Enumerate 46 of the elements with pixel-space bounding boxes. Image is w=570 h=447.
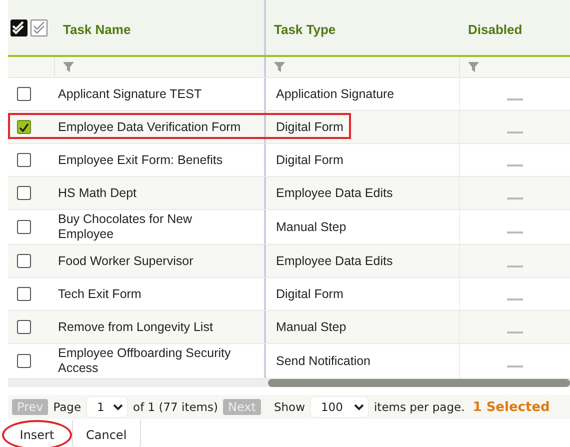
- column-header[interactable]: Task Name: [63, 22, 131, 37]
- page-count: of 1 (77 items): [133, 400, 218, 414]
- task-type: Employee Data Edits: [276, 186, 393, 200]
- task-type: Send Notification: [276, 354, 371, 368]
- filter-icon[interactable]: [274, 62, 285, 72]
- task-name: Food Worker Supervisor: [58, 254, 194, 268]
- action-button[interactable]: Cancel: [72, 420, 141, 447]
- task-type: Application Signature: [276, 86, 394, 102]
- task-name: Applicant Signature TEST: [58, 86, 202, 102]
- action-button[interactable]: Insert: [2, 420, 72, 447]
- row-checkbox[interactable]: [17, 287, 31, 301]
- row-checkbox[interactable]: [17, 254, 31, 268]
- task-type: Employee Data Edits: [276, 254, 393, 268]
- chevron-icon: [354, 404, 364, 410]
- column-header[interactable]: Disabled: [468, 22, 522, 37]
- task-type: Digital Form: [276, 152, 344, 168]
- task-name: Tech Exit Form: [58, 286, 142, 302]
- task-name: Remove from Longevity List: [58, 320, 213, 334]
- per-page-select[interactable]: 100: [310, 396, 369, 418]
- row-checkbox[interactable]: [17, 153, 31, 167]
- scrollbar[interactable]: [268, 379, 570, 387]
- task-name: Buy Chocolates for New Employee: [58, 212, 194, 242]
- filter-icon[interactable]: [468, 62, 479, 72]
- selected-count: 1 Selected: [472, 400, 550, 414]
- row-checkbox[interactable]: [17, 320, 31, 334]
- task-type: Manual Step: [276, 220, 346, 234]
- task-name: Employee Exit Form: Benefits: [58, 152, 223, 168]
- task-name: Employee Data Verification Form: [58, 120, 241, 134]
- task-name: Employee Offboarding Security Access: [58, 346, 232, 376]
- select-all-icon[interactable]: [10, 18, 28, 36]
- task-name: HS Math Dept: [58, 186, 137, 200]
- chevron-icon: [113, 404, 124, 410]
- show-label: Show: [274, 400, 305, 414]
- row-checkbox[interactable]: [17, 354, 31, 368]
- row-checkbox[interactable]: [17, 87, 31, 101]
- column-header[interactable]: Task Type: [274, 22, 336, 37]
- row-checkbox[interactable]: [17, 120, 31, 134]
- row-checkbox[interactable]: [17, 186, 31, 200]
- task-type: Manual Step: [276, 320, 346, 334]
- row-checkbox[interactable]: [17, 220, 31, 234]
- task-type: Digital Form: [276, 286, 344, 302]
- per-page-label: items per page.: [374, 400, 465, 414]
- page-select[interactable]: 1: [86, 396, 128, 418]
- page-label: Page: [53, 400, 82, 414]
- task-type: Digital Form: [276, 120, 344, 134]
- filter-icon[interactable]: [63, 62, 74, 72]
